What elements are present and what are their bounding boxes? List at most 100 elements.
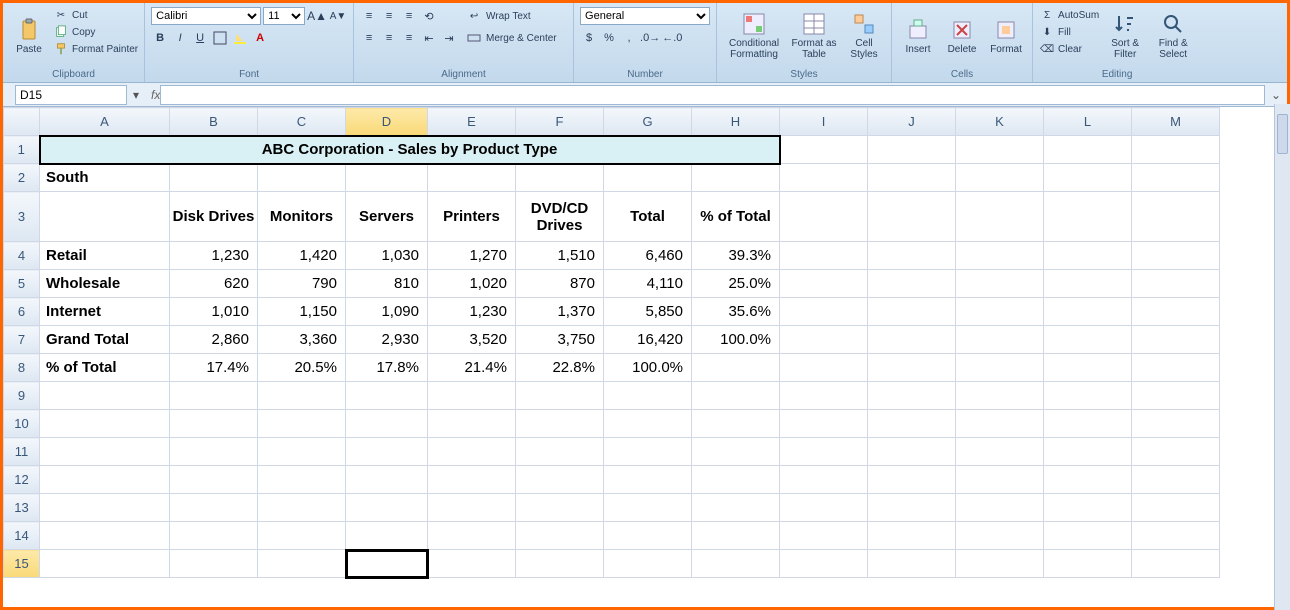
orientation-button[interactable]: ⟲ xyxy=(420,7,438,25)
cell-M9[interactable] xyxy=(1132,382,1220,410)
cell-C7[interactable]: 3,360 xyxy=(258,326,346,354)
cell-L14[interactable] xyxy=(1044,522,1132,550)
cell-F11[interactable] xyxy=(516,438,604,466)
col-header-E[interactable]: E xyxy=(428,108,516,136)
col-header-L[interactable]: L xyxy=(1044,108,1132,136)
align-middle-button[interactable]: ≡ xyxy=(380,7,398,25)
formula-bar[interactable] xyxy=(160,85,1265,105)
bold-button[interactable]: B xyxy=(151,29,169,47)
cell-C5[interactable]: 790 xyxy=(258,270,346,298)
cell-B7[interactable]: 2,860 xyxy=(170,326,258,354)
cell-E9[interactable] xyxy=(428,382,516,410)
cell-B11[interactable] xyxy=(170,438,258,466)
cell-I15[interactable] xyxy=(780,550,868,578)
merge-center-button[interactable]: Merge & Center xyxy=(462,29,561,47)
row-header-11[interactable]: 11 xyxy=(4,438,40,466)
cell-G10[interactable] xyxy=(604,410,692,438)
col-header-B[interactable]: B xyxy=(170,108,258,136)
cell-A1[interactable]: ABC Corporation - Sales by Product Type xyxy=(40,136,780,164)
col-header-I[interactable]: I xyxy=(780,108,868,136)
cell-H13[interactable] xyxy=(692,494,780,522)
underline-button[interactable]: U xyxy=(191,29,209,47)
cell-M1[interactable] xyxy=(1132,136,1220,164)
cell-L10[interactable] xyxy=(1044,410,1132,438)
cell-M7[interactable] xyxy=(1132,326,1220,354)
cell-J13[interactable] xyxy=(868,494,956,522)
increase-decimal-button[interactable]: .0→ xyxy=(640,29,660,47)
cell-K15[interactable] xyxy=(956,550,1044,578)
cell-C10[interactable] xyxy=(258,410,346,438)
cell-A15[interactable] xyxy=(40,550,170,578)
col-header-G[interactable]: G xyxy=(604,108,692,136)
row-header-4[interactable]: 4 xyxy=(4,242,40,270)
cell-L4[interactable] xyxy=(1044,242,1132,270)
align-center-button[interactable]: ≡ xyxy=(380,29,398,47)
cell-H10[interactable] xyxy=(692,410,780,438)
italic-button[interactable]: I xyxy=(171,29,189,47)
cell-D9[interactable] xyxy=(346,382,428,410)
cell-M3[interactable] xyxy=(1132,192,1220,242)
cell-H4[interactable]: 39.3% xyxy=(692,242,780,270)
cell-E4[interactable]: 1,270 xyxy=(428,242,516,270)
cell-M8[interactable] xyxy=(1132,354,1220,382)
cell-H8[interactable] xyxy=(692,354,780,382)
cell-I5[interactable] xyxy=(780,270,868,298)
cell-L6[interactable] xyxy=(1044,298,1132,326)
cell-J3[interactable] xyxy=(868,192,956,242)
cell-F14[interactable] xyxy=(516,522,604,550)
cell-I7[interactable] xyxy=(780,326,868,354)
row-header-2[interactable]: 2 xyxy=(4,164,40,192)
name-box-dropdown[interactable]: ▾ xyxy=(127,88,145,102)
delete-button[interactable]: Delete xyxy=(942,7,982,65)
conditional-formatting-button[interactable]: Conditional Formatting xyxy=(723,7,785,65)
cell-D15[interactable] xyxy=(346,550,428,578)
cell-D2[interactable] xyxy=(346,164,428,192)
cell-E14[interactable] xyxy=(428,522,516,550)
cell-C13[interactable] xyxy=(258,494,346,522)
col-header-M[interactable]: M xyxy=(1132,108,1220,136)
cell-J7[interactable] xyxy=(868,326,956,354)
cell-B13[interactable] xyxy=(170,494,258,522)
col-header-D[interactable]: D xyxy=(346,108,428,136)
cell-F9[interactable] xyxy=(516,382,604,410)
cell-G8[interactable]: 100.0% xyxy=(604,354,692,382)
row-header-15[interactable]: 15 xyxy=(4,550,40,578)
cell-E5[interactable]: 1,020 xyxy=(428,270,516,298)
cell-B9[interactable] xyxy=(170,382,258,410)
col-header-C[interactable]: C xyxy=(258,108,346,136)
cell-A2[interactable]: South xyxy=(40,164,170,192)
cell-A11[interactable] xyxy=(40,438,170,466)
cell-B5[interactable]: 620 xyxy=(170,270,258,298)
cut-button[interactable]: ✂ Cut xyxy=(53,7,138,23)
cell-C14[interactable] xyxy=(258,522,346,550)
col-header-H[interactable]: H xyxy=(692,108,780,136)
cell-L13[interactable] xyxy=(1044,494,1132,522)
cell-styles-button[interactable]: Cell Styles xyxy=(843,7,885,65)
cell-F3[interactable]: DVD/CD Drives xyxy=(516,192,604,242)
cell-D7[interactable]: 2,930 xyxy=(346,326,428,354)
cell-J14[interactable] xyxy=(868,522,956,550)
cell-K11[interactable] xyxy=(956,438,1044,466)
cell-J15[interactable] xyxy=(868,550,956,578)
cell-L11[interactable] xyxy=(1044,438,1132,466)
cell-A9[interactable] xyxy=(40,382,170,410)
vertical-scrollbar[interactable] xyxy=(1274,104,1290,610)
cell-E15[interactable] xyxy=(428,550,516,578)
cell-B15[interactable] xyxy=(170,550,258,578)
col-header-F[interactable]: F xyxy=(516,108,604,136)
cell-M10[interactable] xyxy=(1132,410,1220,438)
cell-H3[interactable]: % of Total xyxy=(692,192,780,242)
cell-M13[interactable] xyxy=(1132,494,1220,522)
cell-B8[interactable]: 17.4% xyxy=(170,354,258,382)
name-box[interactable]: D15 xyxy=(15,85,127,105)
cell-E12[interactable] xyxy=(428,466,516,494)
row-header-6[interactable]: 6 xyxy=(4,298,40,326)
cell-M6[interactable] xyxy=(1132,298,1220,326)
cell-J10[interactable] xyxy=(868,410,956,438)
shrink-font-button[interactable]: A▼ xyxy=(329,7,347,25)
cell-K9[interactable] xyxy=(956,382,1044,410)
cell-C11[interactable] xyxy=(258,438,346,466)
row-header-9[interactable]: 9 xyxy=(4,382,40,410)
cell-A4[interactable]: Retail xyxy=(40,242,170,270)
grid[interactable]: ABCDEFGHIJKLM1ABC Corporation - Sales by… xyxy=(3,107,1220,578)
